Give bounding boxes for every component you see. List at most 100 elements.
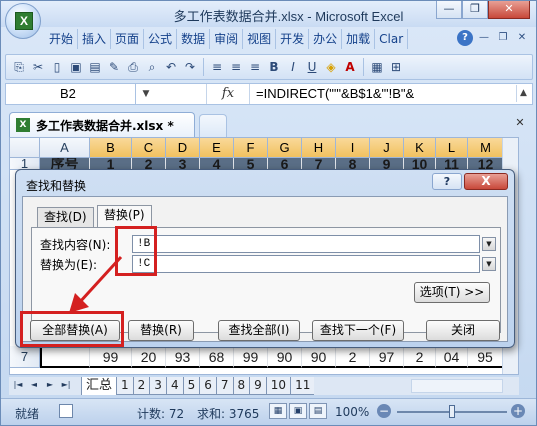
office-button[interactable]: X [5, 3, 41, 39]
undo-icon[interactable]: ↶ [162, 58, 180, 76]
save-icon[interactable]: ▣ [67, 58, 85, 76]
grid-cell[interactable]: 99 [234, 346, 268, 368]
grid-cell[interactable]: 90 [302, 346, 336, 368]
new-workbook-tab[interactable] [199, 114, 227, 137]
tab-formulas[interactable]: 公式 [144, 29, 178, 49]
format-painter-icon[interactable]: ✎ [105, 58, 123, 76]
column-header[interactable]: B [90, 138, 132, 158]
column-header[interactable]: D [166, 138, 200, 158]
name-box-dropdown-icon[interactable]: ▼ [138, 84, 154, 104]
find-next-button[interactable]: 查找下一个(F) [312, 320, 404, 341]
name-box[interactable]: B2 [6, 84, 136, 104]
borders-icon[interactable]: ▦ [368, 58, 386, 76]
column-header[interactable]: E [200, 138, 234, 158]
row-header[interactable]: 7 [10, 346, 40, 368]
tab-office[interactable]: 办公 [309, 29, 343, 49]
column-header[interactable]: G [268, 138, 302, 158]
cut-icon[interactable]: ✂ [29, 58, 47, 76]
find-all-button[interactable]: 查找全部(I) [218, 320, 300, 341]
column-header[interactable]: A [40, 138, 90, 158]
tab-replace[interactable]: 替换(P) [97, 205, 152, 227]
bold-icon[interactable]: B [265, 58, 283, 76]
replace-with-input[interactable]: !C [132, 255, 480, 273]
sheet-tab[interactable]: 3 [149, 377, 166, 395]
workbook-close-icon[interactable]: ✕ [513, 116, 527, 130]
underline-icon[interactable]: U [303, 58, 321, 76]
italic-icon[interactable]: I [284, 58, 302, 76]
column-header[interactable]: L [436, 138, 468, 158]
minimize-icon[interactable]: — [436, 1, 462, 19]
find-what-input[interactable]: !B [132, 235, 480, 253]
ribbon-minimize-icon[interactable]: — [476, 30, 492, 46]
replace-button[interactable]: 替换(R) [128, 320, 194, 341]
select-all-corner[interactable] [10, 138, 40, 158]
horizontal-scrollbar[interactable] [411, 379, 503, 393]
align-left-icon[interactable]: ≡ [208, 58, 226, 76]
font-color-icon[interactable]: A [341, 58, 359, 76]
workbook-tab[interactable]: X 多工作表数据合并.xlsx * [9, 112, 195, 137]
close-button[interactable]: 关闭 [426, 320, 500, 341]
tab-find[interactable]: 查找(D) [37, 207, 94, 227]
grid-cell[interactable]: 2 [404, 346, 436, 368]
page-break-view-icon[interactable]: ▤ [309, 403, 327, 419]
grid-cell[interactable]: 68 [200, 346, 234, 368]
help-icon[interactable]: ? [457, 30, 473, 46]
grid-cell[interactable]: 95 [468, 346, 504, 368]
column-header[interactable]: I [336, 138, 370, 158]
grid-cell[interactable]: 93 [166, 346, 200, 368]
merge-cells-icon[interactable]: ⊞ [387, 58, 405, 76]
print-icon[interactable]: ⎙ [124, 58, 142, 76]
tab-home[interactable]: 开始 [45, 29, 79, 49]
normal-view-icon[interactable]: ▦ [269, 403, 287, 419]
zoom-in-icon[interactable]: + [511, 404, 525, 418]
close-icon[interactable]: ✕ [488, 1, 530, 19]
insert-function-icon[interactable]: fx [206, 84, 250, 104]
tab-data[interactable]: 数据 [177, 29, 211, 49]
tab-review[interactable]: 审阅 [210, 29, 244, 49]
print-preview-icon[interactable]: ⌕ [143, 58, 161, 76]
next-sheet-icon[interactable]: ► [43, 378, 57, 392]
column-header[interactable]: C [132, 138, 166, 158]
zoom-slider-thumb[interactable] [449, 405, 455, 418]
grid-cell[interactable]: 97 [370, 346, 404, 368]
column-header[interactable]: J [370, 138, 404, 158]
column-header[interactable]: K [404, 138, 436, 158]
restore-icon[interactable]: ❐ [462, 1, 488, 19]
grid-cell[interactable]: 04 [436, 346, 468, 368]
dialog-close-button[interactable]: X [464, 173, 508, 190]
grid-cell[interactable]: 2 [336, 346, 370, 368]
page-layout-view-icon[interactable]: ▣ [289, 403, 307, 419]
formula-expand-icon[interactable]: ▲ [516, 85, 530, 102]
replace-history-dropdown-icon[interactable]: ▼ [482, 257, 496, 271]
sheet-tab[interactable]: 7 [215, 377, 233, 395]
sheet-tab[interactable]: 10 [265, 377, 291, 395]
find-history-dropdown-icon[interactable]: ▼ [482, 237, 496, 251]
sheet-tab-summary[interactable]: 汇总 [81, 377, 117, 395]
tab-page-layout[interactable]: 页面 [111, 29, 145, 49]
grid-cell[interactable]: 20 [132, 346, 166, 368]
ribbon-restore-icon[interactable]: ❐ [495, 30, 511, 46]
sheet-tab[interactable]: 1 [116, 377, 133, 395]
sheet-tab[interactable]: 2 [132, 377, 150, 395]
column-header[interactable]: H [302, 138, 336, 158]
sheet-tab[interactable]: 8 [232, 377, 250, 395]
paste-icon[interactable]: ▤ [86, 58, 104, 76]
last-sheet-icon[interactable]: ►| [59, 378, 73, 392]
align-right-icon[interactable]: ≡ [246, 58, 264, 76]
copy-icon[interactable]: ⎘ [10, 58, 28, 76]
zoom-out-icon[interactable]: − [377, 404, 391, 418]
zoom-level[interactable]: 100% [335, 405, 369, 419]
tab-addins[interactable]: 加载 [342, 29, 376, 49]
macro-record-icon[interactable] [59, 404, 73, 418]
grid-cell[interactable]: 90 [268, 346, 302, 368]
ribbon-close-icon[interactable]: ✕ [514, 30, 530, 46]
new-file-icon[interactable]: ▯ [48, 58, 66, 76]
fill-color-icon[interactable]: ◈ [322, 58, 340, 76]
formula-input[interactable]: =INDIRECT("'"&B$1&"'!B"& [256, 84, 414, 104]
dialog-help-button[interactable]: ? [432, 173, 462, 190]
sheet-tab[interactable]: 4 [165, 377, 183, 395]
prev-sheet-icon[interactable]: ◄ [27, 378, 41, 392]
tab-clar[interactable]: Clar [375, 29, 409, 49]
options-button[interactable]: 选项(T) >> [414, 282, 490, 303]
sheet-tab[interactable]: 6 [199, 377, 216, 395]
